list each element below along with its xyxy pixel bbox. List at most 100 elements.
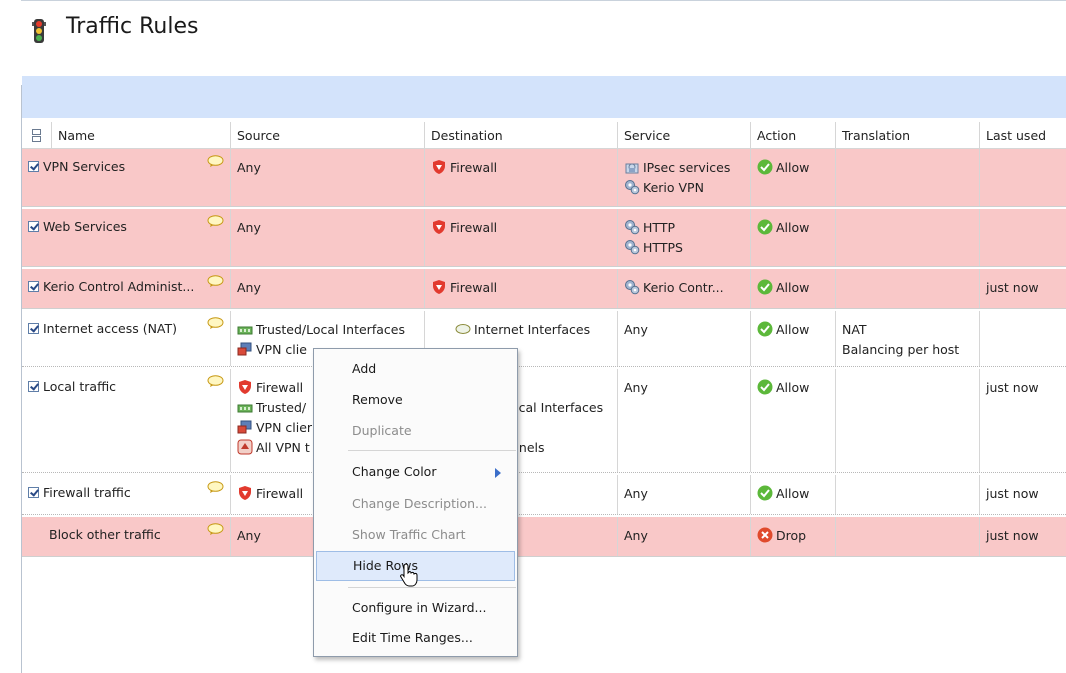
column-header-translation[interactable]: Translation bbox=[836, 122, 980, 148]
last-used-cell: just now bbox=[980, 269, 1066, 308]
page-title: Traffic Rules bbox=[66, 14, 199, 39]
comment-bubble-icon[interactable] bbox=[207, 317, 224, 329]
allow-check-icon bbox=[757, 321, 773, 337]
translation-cell bbox=[836, 517, 980, 556]
menu-item-show-traffic-chart[interactable]: Show Traffic Chart bbox=[314, 520, 517, 550]
menu-item-change-description[interactable]: Change Description... bbox=[314, 489, 517, 519]
rule-enabled-checkbox[interactable] bbox=[28, 380, 39, 392]
column-header-action[interactable]: Action bbox=[751, 122, 836, 148]
menu-item-configure-wizard[interactable]: Configure in Wizard... bbox=[314, 593, 517, 623]
firewall-shield-icon bbox=[433, 160, 445, 174]
traffic-light-icon bbox=[32, 19, 46, 43]
service-cell: HTTP HTTPS bbox=[618, 209, 751, 266]
comment-bubble-icon[interactable] bbox=[207, 155, 224, 167]
last-used-value bbox=[986, 319, 1060, 339]
comment-bubble-icon[interactable] bbox=[207, 375, 224, 387]
action-label: Allow bbox=[776, 485, 810, 501]
menu-item-edit-time-ranges[interactable]: Edit Time Ranges... bbox=[314, 623, 517, 653]
destination-item: Internet Interfaces bbox=[474, 321, 591, 337]
source-item: All VPN t bbox=[256, 439, 310, 455]
table-row[interactable]: Web Services Any Firewall HTTP HTTPS All… bbox=[22, 209, 1066, 267]
table-row[interactable]: Local traffic Firewall Trusted/ VPN clie… bbox=[22, 369, 1066, 473]
service-item: IPsec services bbox=[643, 159, 731, 175]
service-cell: Any bbox=[618, 369, 751, 472]
allow-check-icon bbox=[757, 485, 773, 501]
last-used-cell bbox=[980, 149, 1066, 206]
last-used-cell: just now bbox=[980, 517, 1066, 556]
column-header-last-used[interactable]: Last used bbox=[980, 122, 1066, 148]
rule-enabled-checkbox[interactable] bbox=[28, 280, 39, 292]
rule-enabled-checkbox[interactable] bbox=[28, 486, 39, 498]
service-item: Any bbox=[624, 379, 648, 395]
rule-enabled-checkbox[interactable] bbox=[28, 322, 39, 334]
column-header-source[interactable]: Source bbox=[231, 122, 425, 148]
rule-name[interactable]: Firewall traffic bbox=[43, 485, 131, 500]
source-item: VPN clier bbox=[256, 419, 313, 435]
source-cell: Any bbox=[231, 269, 425, 308]
table-row[interactable]: VPN Services Any Firewall IPsec services… bbox=[22, 149, 1066, 207]
action-label: Allow bbox=[776, 379, 810, 395]
comment-bubble-icon[interactable] bbox=[207, 215, 224, 227]
allow-check-icon bbox=[757, 279, 773, 295]
name-cell: Internet access (NAT) bbox=[22, 311, 231, 366]
menu-separator bbox=[348, 587, 516, 588]
table-row[interactable]: Block other traffic Any Any Drop just no… bbox=[22, 517, 1066, 557]
menu-item-label: Change Color bbox=[352, 464, 437, 479]
table-row[interactable]: Kerio Control Administ... Any Firewall K… bbox=[22, 269, 1066, 309]
ipsec-icon bbox=[625, 163, 639, 174]
column-header-destination[interactable]: Destination bbox=[425, 122, 618, 148]
rule-enabled-checkbox[interactable] bbox=[28, 160, 39, 172]
service-item: HTTPS bbox=[643, 239, 683, 255]
translation-cell bbox=[836, 369, 980, 472]
rule-name[interactable]: Block other traffic bbox=[49, 527, 161, 542]
name-cell: VPN Services bbox=[22, 149, 231, 206]
rule-name[interactable]: Internet access (NAT) bbox=[43, 321, 177, 336]
translation-item: NAT bbox=[842, 321, 867, 337]
vpn-clients-icon bbox=[237, 342, 252, 356]
action-cell: Allow bbox=[751, 209, 836, 266]
column-header-service[interactable]: Service bbox=[618, 122, 751, 148]
drop-x-icon bbox=[757, 527, 773, 543]
column-chooser-button[interactable] bbox=[22, 122, 52, 148]
comment-bubble-icon[interactable] bbox=[207, 481, 224, 493]
menu-item-change-color[interactable]: Change Color bbox=[314, 457, 517, 487]
rule-name[interactable]: Web Services bbox=[43, 219, 127, 234]
destination-item: ocal Interfaces bbox=[511, 399, 604, 415]
source-item: VPN clie bbox=[256, 341, 307, 357]
menu-item-add[interactable]: Add bbox=[314, 354, 517, 384]
source-item: Firewall bbox=[256, 485, 304, 501]
grid-header: Name Source Destination Service Action T… bbox=[22, 122, 1066, 149]
destination-item: Firewall bbox=[450, 279, 498, 295]
vpn-clients-icon bbox=[237, 420, 252, 434]
menu-item-remove[interactable]: Remove bbox=[314, 385, 517, 415]
action-label: Allow bbox=[776, 321, 810, 337]
rule-enabled-checkbox[interactable] bbox=[28, 220, 39, 232]
table-row[interactable]: Internet access (NAT) Trusted/Local Inte… bbox=[22, 311, 1066, 367]
source-item: Trusted/ bbox=[256, 399, 307, 415]
rule-name[interactable]: Kerio Control Administ... bbox=[43, 279, 194, 294]
last-used-value: just now bbox=[986, 485, 1039, 501]
comment-bubble-icon[interactable] bbox=[207, 523, 224, 535]
last-used-value: just now bbox=[986, 279, 1039, 295]
source-item: Firewall bbox=[256, 379, 304, 395]
column-header-name[interactable]: Name bbox=[52, 122, 231, 148]
name-cell: Kerio Control Administ... bbox=[22, 269, 231, 308]
hand-cursor-icon bbox=[400, 563, 418, 587]
translation-cell bbox=[836, 209, 980, 266]
translation-item: Balancing per host bbox=[842, 341, 960, 357]
last-used-value bbox=[986, 217, 1060, 237]
comment-bubble-icon[interactable] bbox=[207, 275, 224, 287]
source-item: Any bbox=[237, 219, 261, 235]
last-used-cell: just now bbox=[980, 475, 1066, 514]
toolbar bbox=[22, 76, 1066, 118]
menu-item-duplicate[interactable]: Duplicate bbox=[314, 416, 517, 446]
app-window: Traffic Rules Name Source Destination Se… bbox=[0, 0, 1066, 673]
rule-name[interactable]: VPN Services bbox=[43, 159, 125, 174]
rule-name[interactable]: Local traffic bbox=[43, 379, 116, 394]
destination-item: Firewall bbox=[450, 219, 498, 235]
last-used-cell bbox=[980, 209, 1066, 266]
submenu-arrow-icon bbox=[495, 468, 501, 478]
table-row[interactable]: Firewall traffic Firewall Any Allow just… bbox=[22, 475, 1066, 515]
destination-item: nnels bbox=[511, 439, 545, 455]
source-item: Any bbox=[237, 279, 261, 295]
